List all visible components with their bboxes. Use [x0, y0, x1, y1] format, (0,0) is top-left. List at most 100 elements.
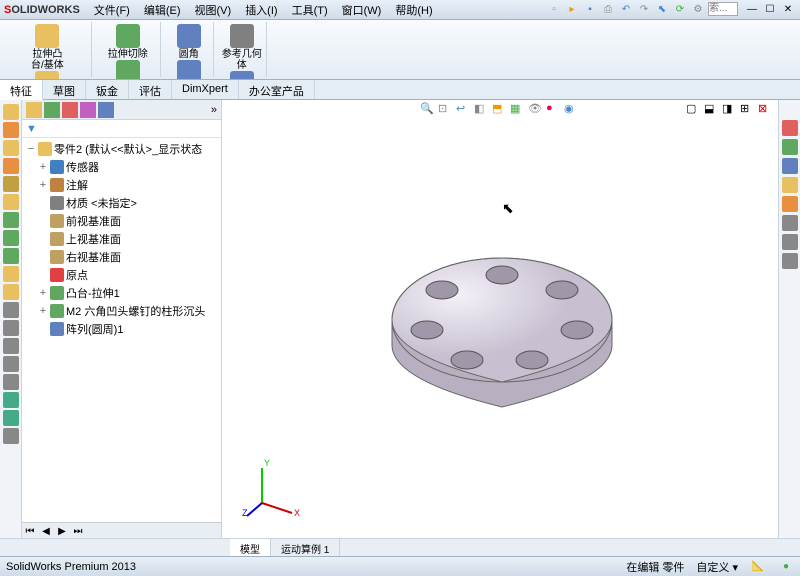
maximize-icon[interactable]: ☐	[762, 2, 778, 18]
vp-horiz-icon[interactable]: ⬓	[704, 102, 720, 118]
undo-icon[interactable]: ↶	[618, 2, 634, 18]
right-tool-7[interactable]	[782, 253, 798, 269]
tab-钣金[interactable]: 钣金	[86, 80, 129, 99]
tree-item-8[interactable]: +M2 六角凹头螺钉的柱形沉头	[24, 302, 219, 320]
right-tool-2[interactable]	[782, 158, 798, 174]
tab-评估[interactable]: 评估	[129, 80, 172, 99]
tree-tab-dim-icon[interactable]	[80, 102, 96, 118]
right-tool-4[interactable]	[782, 196, 798, 212]
left-tool-17[interactable]	[3, 410, 19, 426]
tree-prev-icon[interactable]: ◀	[38, 523, 54, 539]
tab-办公室产品[interactable]: 办公室产品	[239, 80, 315, 99]
vp-close-icon[interactable]: ⊠	[758, 102, 774, 118]
ribbon-参考几何体[interactable]: 参考几何体	[222, 24, 262, 71]
tab-特征[interactable]: 特征	[0, 80, 43, 100]
menu-0[interactable]: 文件(F)	[88, 0, 136, 20]
tree-item-6[interactable]: 原点	[24, 266, 219, 284]
tree-tab-property-icon[interactable]	[44, 102, 60, 118]
bottom-tab-0[interactable]: 模型	[230, 539, 271, 556]
tree-last-icon[interactable]: ⏭	[70, 523, 86, 539]
ribbon-线性阵列[interactable]: 线性阵列	[169, 60, 209, 80]
ribbon-圆角[interactable]: 圆角	[169, 24, 209, 60]
ribbon-曲线[interactable]: 曲线	[222, 71, 262, 80]
status-unit-icon[interactable]: 📐	[750, 559, 766, 575]
select-icon[interactable]: ⬉	[654, 2, 670, 18]
tree-item-7[interactable]: +凸台-拉伸1	[24, 284, 219, 302]
vp-single-icon[interactable]: ▢	[686, 102, 702, 118]
left-tool-7[interactable]	[3, 230, 19, 246]
appearance-icon[interactable]: ●	[546, 102, 562, 118]
tree-root[interactable]: −零件2 (默认<<默认>_显示状态	[24, 140, 219, 158]
tree-item-2[interactable]: 材质 <未指定>	[24, 194, 219, 212]
tree-first-icon[interactable]: ⏮	[22, 523, 38, 539]
menu-1[interactable]: 编辑(E)	[138, 0, 187, 20]
tab-草图[interactable]: 草图	[43, 80, 86, 99]
bottom-tab-1[interactable]: 运动算例 1	[271, 539, 340, 556]
left-tool-16[interactable]	[3, 392, 19, 408]
left-tool-15[interactable]	[3, 374, 19, 390]
zoom-area-icon[interactable]: ⊡	[438, 102, 454, 118]
status-custom-menu[interactable]: 自定义 ▾	[696, 559, 738, 575]
save-icon[interactable]: ▪	[582, 2, 598, 18]
left-tool-10[interactable]	[3, 284, 19, 300]
left-tool-6[interactable]	[3, 212, 19, 228]
left-tool-13[interactable]	[3, 338, 19, 354]
left-tool-5[interactable]	[3, 194, 19, 210]
display-style-icon[interactable]: ▦	[510, 102, 526, 118]
tree-item-4[interactable]: 上视基准面	[24, 230, 219, 248]
tree-tab-config-icon[interactable]	[62, 102, 78, 118]
left-tool-3[interactable]	[3, 158, 19, 174]
menu-5[interactable]: 窗口(W)	[336, 0, 388, 20]
view-orient-icon[interactable]: ⬒	[492, 102, 508, 118]
tree-tab-feature-icon[interactable]	[26, 102, 42, 118]
left-tool-11[interactable]	[3, 302, 19, 318]
left-tool-4[interactable]	[3, 176, 19, 192]
left-tool-18[interactable]	[3, 428, 19, 444]
minimize-icon[interactable]: —	[744, 2, 760, 18]
scene-icon[interactable]: ◉	[564, 102, 580, 118]
filter-icon[interactable]: ▼	[26, 123, 37, 135]
graphics-viewport[interactable]: 🔍 ⊡ ↩ ◧ ⬒ ▦ 👁 ● ◉ ▢ ⬓ ◨ ⊞ ⊠	[222, 100, 778, 538]
right-tool-3[interactable]	[782, 177, 798, 193]
section-view-icon[interactable]: ◧	[474, 102, 490, 118]
left-tool-0[interactable]	[3, 104, 19, 120]
right-tool-1[interactable]	[782, 139, 798, 155]
tree-item-5[interactable]: 右视基准面	[24, 248, 219, 266]
tree-item-0[interactable]: +传感器	[24, 158, 219, 176]
print-icon[interactable]: ⎙	[600, 2, 616, 18]
menu-4[interactable]: 工具(T)	[286, 0, 334, 20]
close-icon[interactable]: ✕	[780, 2, 796, 18]
tree-item-1[interactable]: +注解	[24, 176, 219, 194]
tree-item-3[interactable]: 前视基准面	[24, 212, 219, 230]
left-tool-1[interactable]	[3, 122, 19, 138]
right-tool-6[interactable]	[782, 234, 798, 250]
new-icon[interactable]: ▫	[546, 2, 562, 18]
hide-show-icon[interactable]: 👁	[528, 102, 544, 118]
options-icon[interactable]: ⚙	[690, 2, 706, 18]
left-tool-12[interactable]	[3, 320, 19, 336]
left-tool-2[interactable]	[3, 140, 19, 156]
search-input[interactable]	[708, 2, 738, 16]
ribbon-异型孔向导[interactable]: 异型孔向导	[108, 60, 148, 80]
open-icon[interactable]: ▸	[564, 2, 580, 18]
prev-view-icon[interactable]: ↩	[456, 102, 472, 118]
vp-vert-icon[interactable]: ◨	[722, 102, 738, 118]
left-tool-14[interactable]	[3, 356, 19, 372]
tree-next-icon[interactable]: ▶	[54, 523, 70, 539]
left-tool-8[interactable]	[3, 248, 19, 264]
zoom-fit-icon[interactable]: 🔍	[420, 102, 436, 118]
redo-icon[interactable]: ↷	[636, 2, 652, 18]
menu-3[interactable]: 插入(I)	[239, 0, 283, 20]
ribbon-旋转凸台/基体[interactable]: 旋转凸台/基体	[27, 71, 67, 80]
ribbon-拉伸凸台/基体[interactable]: 拉伸凸台/基体	[27, 24, 67, 71]
right-tool-5[interactable]	[782, 215, 798, 231]
tab-DimXpert[interactable]: DimXpert	[172, 80, 239, 99]
tree-item-9[interactable]: 阵列(圆周)1	[24, 320, 219, 338]
rebuild-icon[interactable]: ⟳	[672, 2, 688, 18]
ribbon-拉伸切除[interactable]: 拉伸切除	[108, 24, 148, 60]
tree-expand-icon[interactable]: »	[211, 104, 217, 116]
vp-quad-icon[interactable]: ⊞	[740, 102, 756, 118]
left-tool-9[interactable]	[3, 266, 19, 282]
menu-6[interactable]: 帮助(H)	[389, 0, 438, 20]
tree-tab-display-icon[interactable]	[98, 102, 114, 118]
